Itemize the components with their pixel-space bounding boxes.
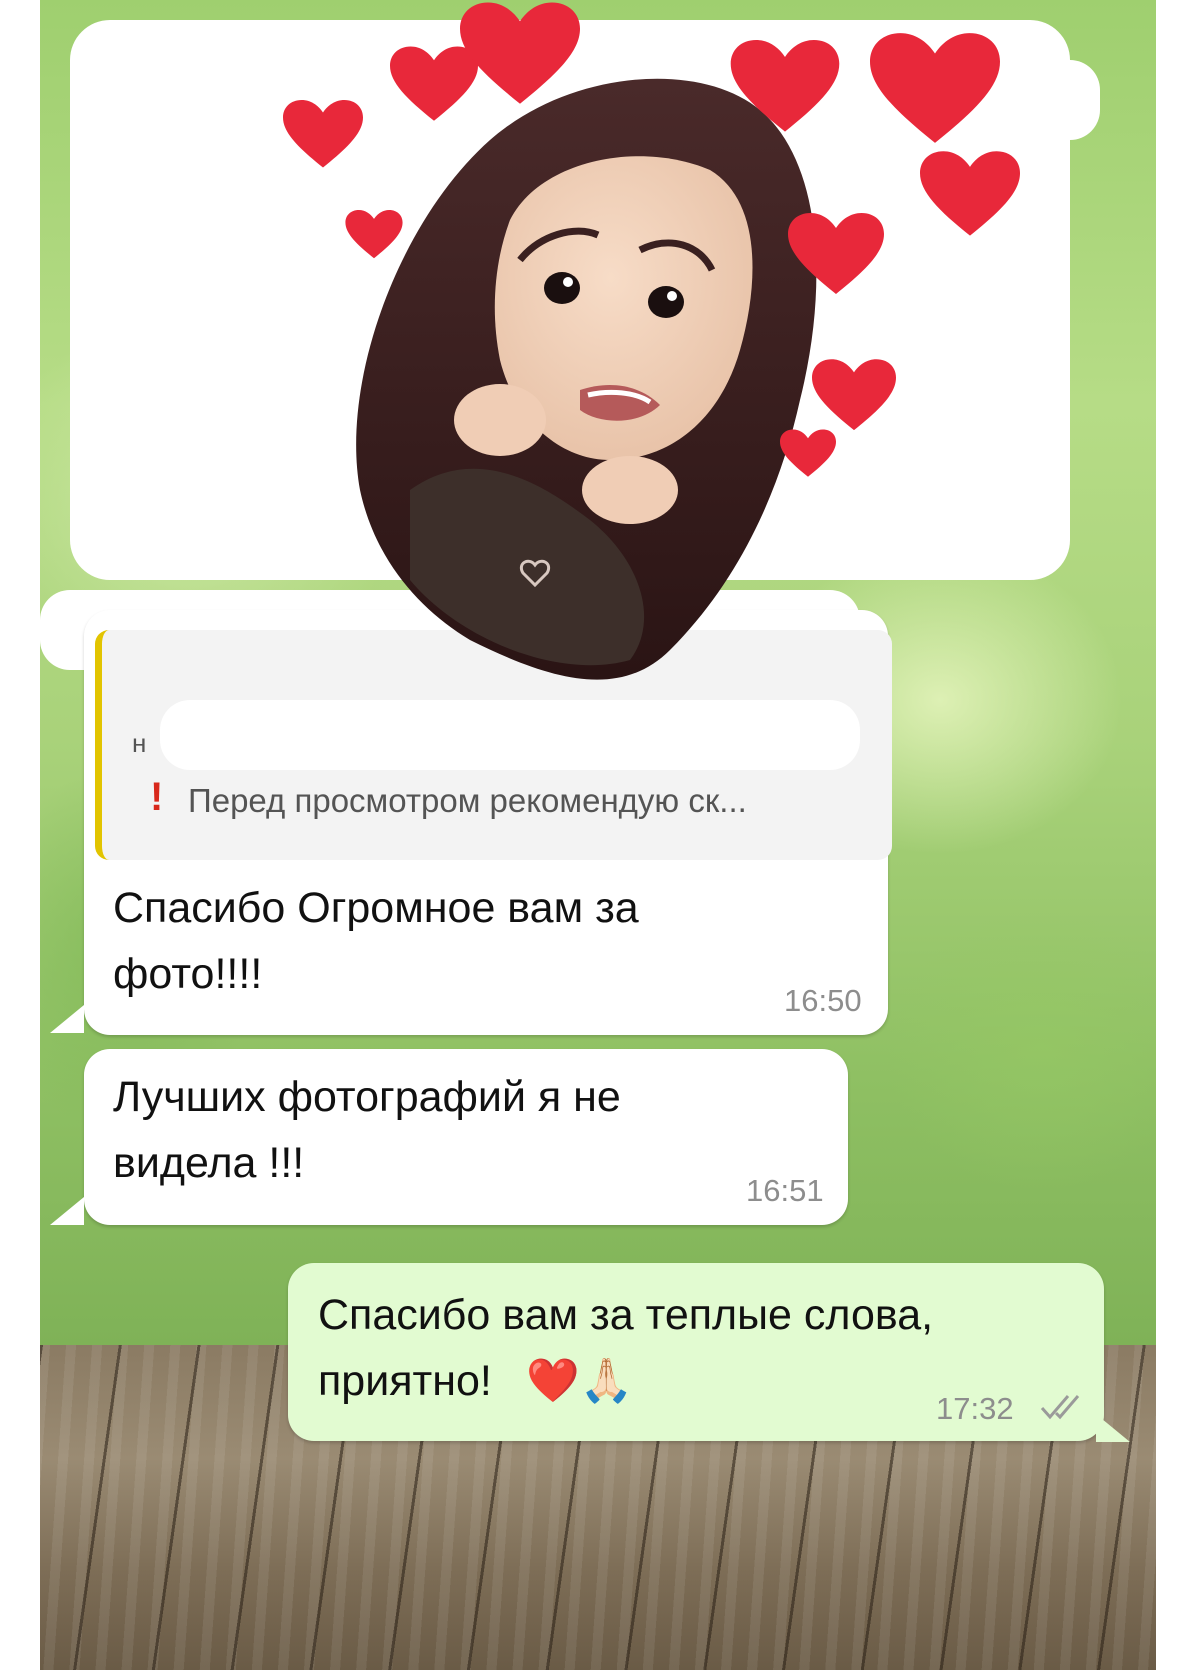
reply-preview-partial-text: н (132, 728, 147, 758)
heart-icon (920, 151, 1020, 236)
heart-icon (460, 2, 580, 104)
heart-icon (283, 100, 363, 168)
exclamation-icon: ! (150, 775, 164, 819)
redaction-overlay (160, 700, 860, 770)
heart-icon (780, 429, 836, 477)
message-timestamp: 17:32 (936, 1391, 1014, 1426)
message-emoji: ❤️🙏🏻 (526, 1356, 634, 1406)
heart-icon (812, 359, 896, 431)
bubble-tail (50, 1005, 84, 1033)
message-timestamp: 16:50 (784, 983, 862, 1018)
double-check-icon (1040, 1395, 1080, 1420)
message-text: Спасибо Огромное вам за фото!!!! (113, 884, 639, 998)
message-text: Лучших фотографий я не видела !!! (113, 1073, 621, 1187)
bubble-tail (1096, 1414, 1130, 1442)
chat-screen: н ! Перед просмотром рекомендую ск... Сп… (40, 0, 1156, 1670)
heart-icon (345, 210, 403, 259)
bubble-tail (50, 1197, 84, 1225)
reply-preview-text: Перед просмотром рекомендую ск... (188, 782, 747, 819)
heart-icon (870, 33, 1000, 143)
heart-icon (730, 40, 840, 132)
message-timestamp: 16:51 (746, 1173, 824, 1208)
heart-icon (788, 213, 884, 294)
